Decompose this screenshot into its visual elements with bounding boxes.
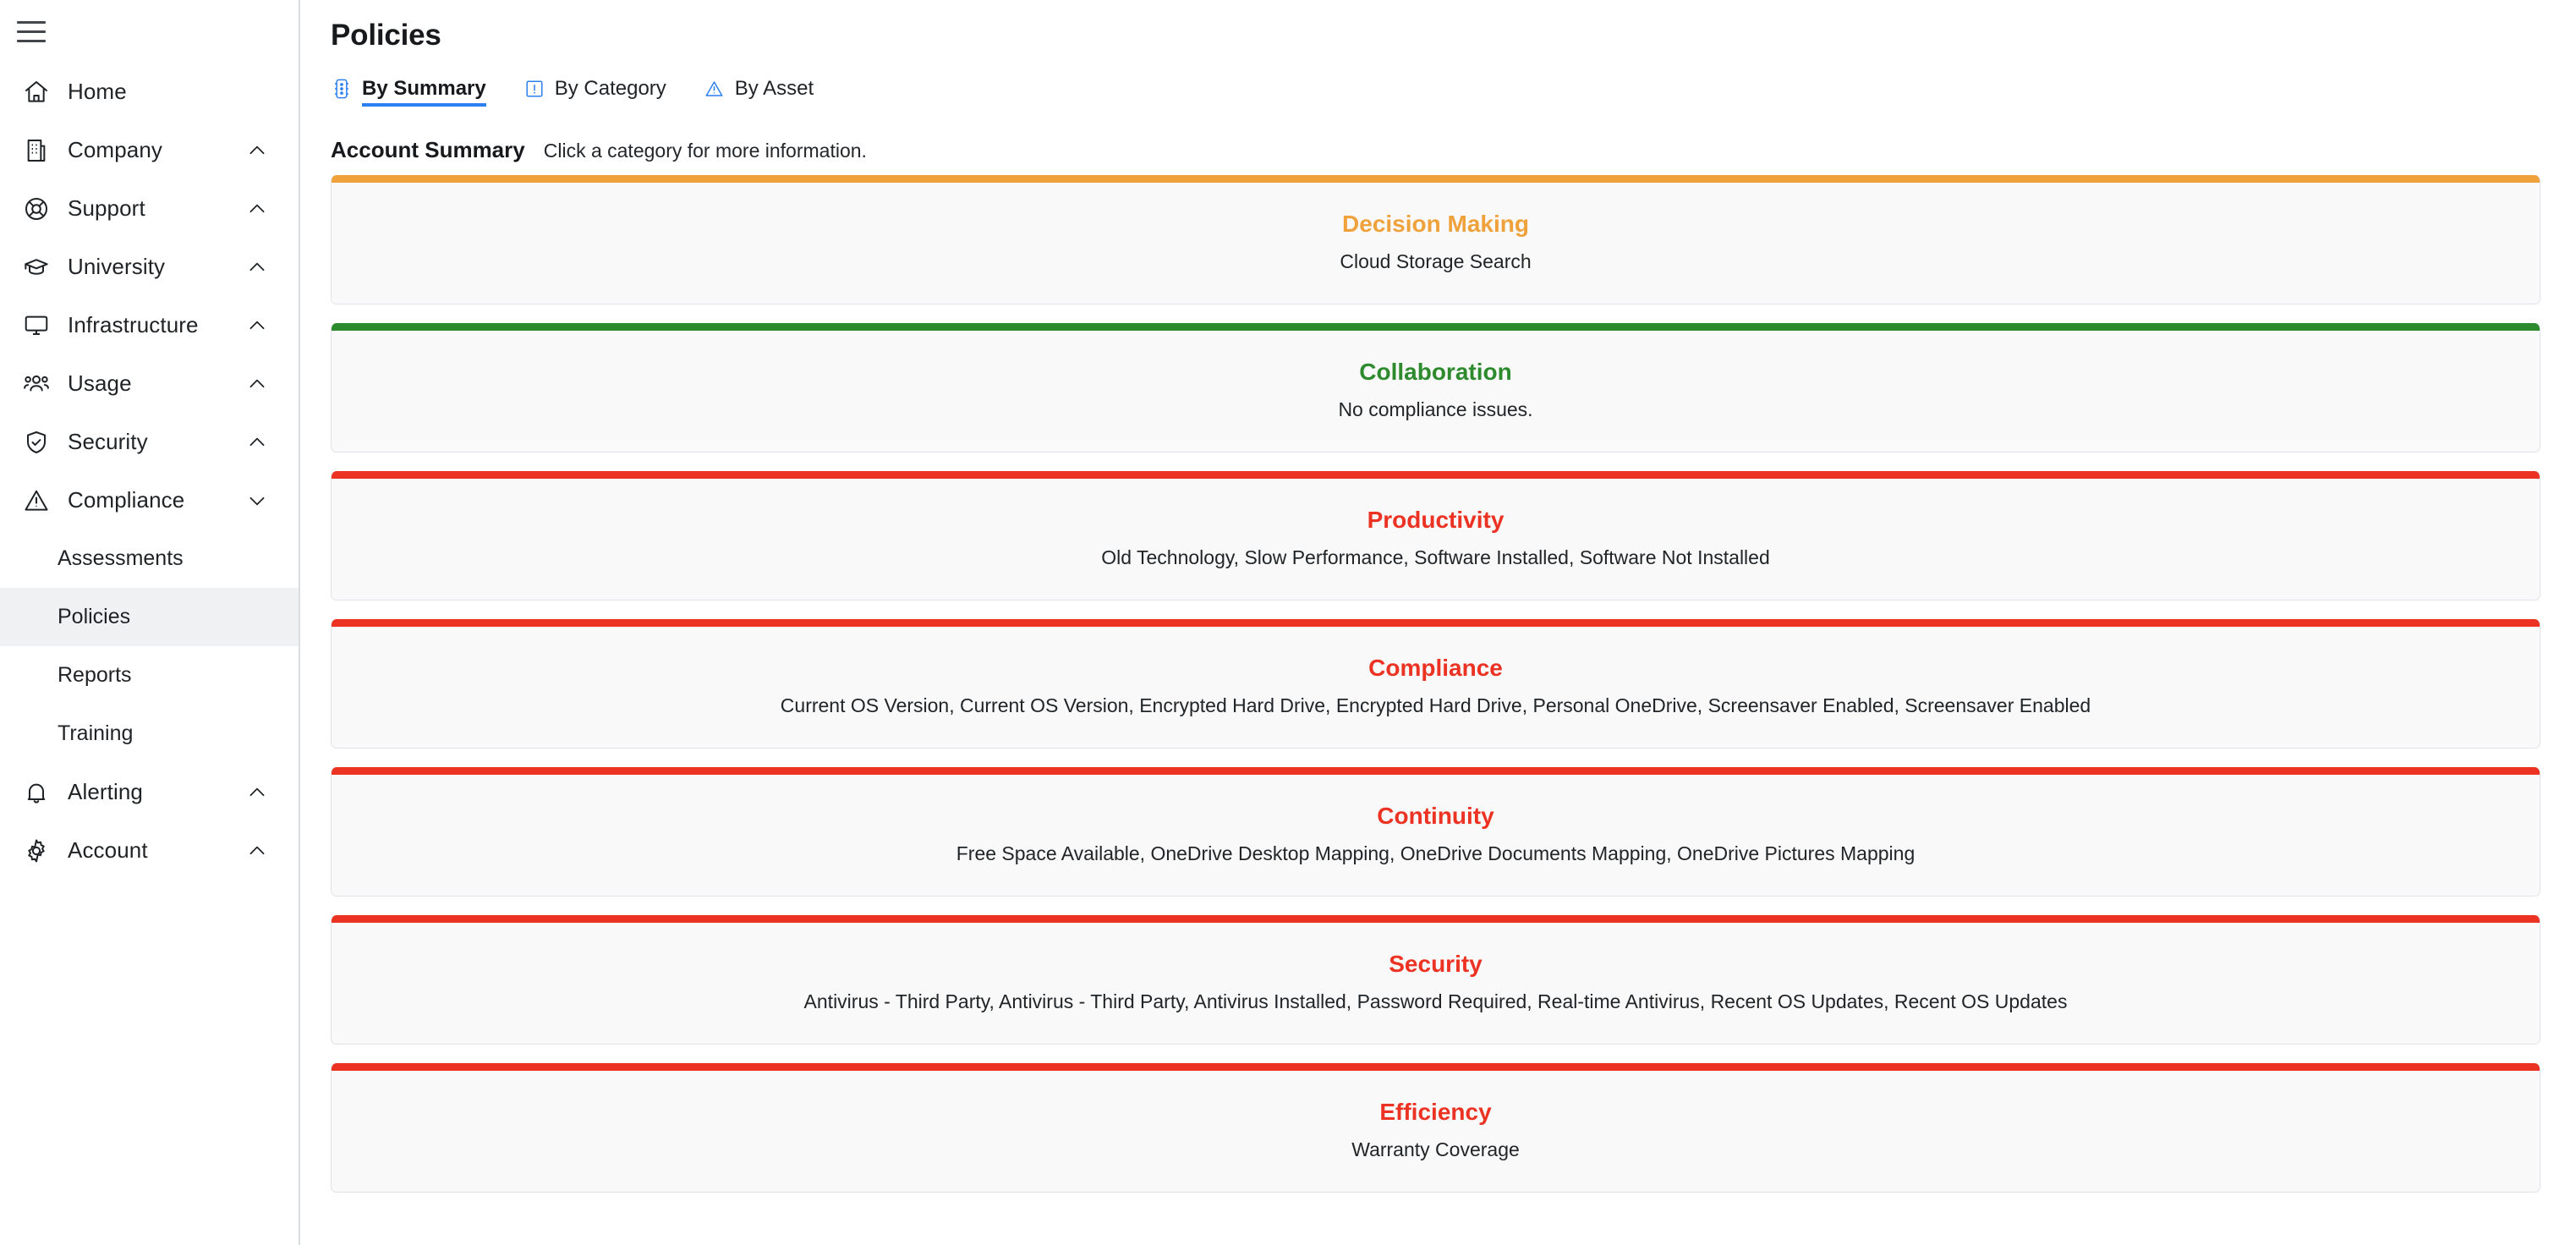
category-card-compliance[interactable]: Compliance Current OS Version, Current O… — [331, 619, 2540, 749]
tab-by-asset[interactable]: By Asset — [704, 77, 832, 107]
sidebar-item-label: Security — [68, 429, 148, 454]
graduation-icon — [19, 250, 54, 285]
hamburger-line — [17, 39, 46, 42]
sidebar-item-label: Home — [68, 79, 127, 104]
sidebar-item-label: Support — [68, 195, 145, 221]
sidebar-subitem-reports[interactable]: Reports — [0, 646, 299, 705]
lifebuoy-icon — [19, 191, 54, 227]
sidebar-subitem-label: Policies — [58, 605, 131, 628]
sidebar-subitem-label: Reports — [58, 663, 132, 687]
chevron-up-icon[interactable] — [246, 782, 268, 803]
card-status-bar — [332, 471, 2540, 479]
category-card-security[interactable]: Security Antivirus - Third Party, Antivi… — [331, 915, 2540, 1045]
card-title: Efficiency — [1379, 1099, 1492, 1125]
chevron-up-icon[interactable] — [246, 431, 268, 453]
sidebar-item-university[interactable]: University — [0, 238, 299, 296]
card-status-bar — [332, 1063, 2540, 1071]
card-status-bar — [332, 619, 2540, 627]
bell-icon — [19, 775, 54, 810]
sidebar-subitem-training[interactable]: Training — [0, 705, 299, 763]
card-status-bar — [332, 175, 2540, 183]
sidebar-item-account[interactable]: Account — [0, 821, 299, 880]
card-title: Decision Making — [1342, 211, 1529, 237]
card-status-bar — [332, 915, 2540, 923]
card-detail: Warranty Coverage — [1351, 1138, 1520, 1160]
sidebar-item-support[interactable]: Support — [0, 179, 299, 238]
sidebar-item-infrastructure[interactable]: Infrastructure — [0, 296, 299, 354]
card-detail: Antivirus - Third Party, Antivirus - Thi… — [803, 990, 2068, 1012]
category-card-list: Decision Making Cloud Storage Search Col… — [331, 175, 2576, 1193]
card-title: Productivity — [1367, 507, 1504, 533]
traffic-light-icon — [331, 77, 353, 101]
sidebar-subitem-label: Assessments — [58, 546, 184, 570]
sidebar-subitem-assessments[interactable]: Assessments — [0, 529, 299, 588]
chevron-up-icon[interactable] — [246, 315, 268, 337]
tab-by-category[interactable]: By Category — [523, 77, 685, 107]
sidebar-nav: Home Company Support University Infrastr… — [0, 63, 299, 880]
tab-label: By Category — [554, 77, 666, 100]
tab-label: By Summary — [362, 77, 486, 100]
sidebar-item-company[interactable]: Company — [0, 121, 299, 179]
users-icon — [19, 366, 54, 402]
shield-check-icon — [19, 425, 54, 460]
chevron-down-icon[interactable] — [246, 490, 268, 512]
main-content: Policies By Summary By Category By Asset — [300, 0, 2576, 1245]
category-card-efficiency[interactable]: Efficiency Warranty Coverage — [331, 1063, 2540, 1193]
building-icon — [19, 133, 54, 168]
card-title: Collaboration — [1359, 359, 1512, 385]
sidebar-subitem-policies[interactable]: Policies — [0, 588, 299, 646]
card-title: Compliance — [1368, 655, 1503, 681]
tab-by-summary[interactable]: By Summary — [331, 77, 505, 107]
card-title: Security — [1389, 951, 1483, 977]
warning-triangle-icon — [704, 77, 726, 101]
card-title: Continuity — [1377, 803, 1494, 829]
card-detail: Current OS Version, Current OS Version, … — [780, 694, 2091, 716]
hamburger-line — [17, 30, 46, 33]
category-card-continuity[interactable]: Continuity Free Space Available, OneDriv… — [331, 767, 2540, 897]
sidebar-item-home[interactable]: Home — [0, 63, 299, 121]
sidebar-item-alerting[interactable]: Alerting — [0, 763, 299, 821]
hamburger-icon[interactable] — [17, 17, 52, 46]
sidebar-item-label: Account — [68, 837, 148, 863]
sidebar-subitem-label: Training — [58, 721, 134, 745]
chevron-up-icon[interactable] — [246, 140, 268, 162]
account-summary-header: Account Summary Click a category for mor… — [331, 137, 2576, 163]
chevron-up-icon[interactable] — [246, 840, 268, 862]
sidebar-item-security[interactable]: Security — [0, 413, 299, 471]
sidebar: Home Company Support University Infrastr… — [0, 0, 300, 1245]
sidebar-item-label: Company — [68, 137, 162, 162]
tab-bar: By Summary By Category By Asset — [331, 71, 2576, 107]
card-detail: Old Technology, Slow Performance, Softwa… — [1101, 546, 1770, 568]
category-card-collaboration[interactable]: Collaboration No compliance issues. — [331, 323, 2540, 452]
section-hint: Click a category for more information. — [543, 140, 867, 162]
sidebar-item-label: University — [68, 254, 166, 279]
card-status-bar — [332, 767, 2540, 775]
page-title: Policies — [331, 19, 441, 52]
sidebar-item-compliance[interactable]: Compliance — [0, 471, 299, 529]
chevron-up-icon[interactable] — [246, 373, 268, 395]
category-card-productivity[interactable]: Productivity Old Technology, Slow Perfor… — [331, 471, 2540, 601]
tab-label: By Asset — [734, 77, 814, 100]
section-title: Account Summary — [331, 137, 525, 162]
category-card-decision-making[interactable]: Decision Making Cloud Storage Search — [331, 175, 2540, 304]
card-detail: Cloud Storage Search — [1340, 250, 1532, 272]
sidebar-item-label: Alerting — [68, 779, 143, 804]
hamburger-line — [17, 20, 46, 24]
card-detail: Free Space Available, OneDrive Desktop M… — [956, 842, 1916, 864]
sidebar-item-usage[interactable]: Usage — [0, 354, 299, 413]
monitor-icon — [19, 308, 54, 343]
sidebar-item-label: Compliance — [68, 487, 185, 513]
exclamation-box-icon — [523, 77, 545, 101]
home-icon — [19, 74, 54, 110]
card-status-bar — [332, 323, 2540, 331]
chevron-up-icon[interactable] — [246, 256, 268, 278]
sidebar-item-label: Infrastructure — [68, 312, 199, 337]
gear-icon — [19, 833, 54, 869]
warning-triangle-icon — [19, 483, 54, 518]
card-detail: No compliance issues. — [1338, 398, 1533, 420]
app-root: Home Company Support University Infrastr… — [0, 0, 2576, 1245]
chevron-up-icon[interactable] — [246, 198, 268, 220]
sidebar-item-label: Usage — [68, 370, 132, 396]
